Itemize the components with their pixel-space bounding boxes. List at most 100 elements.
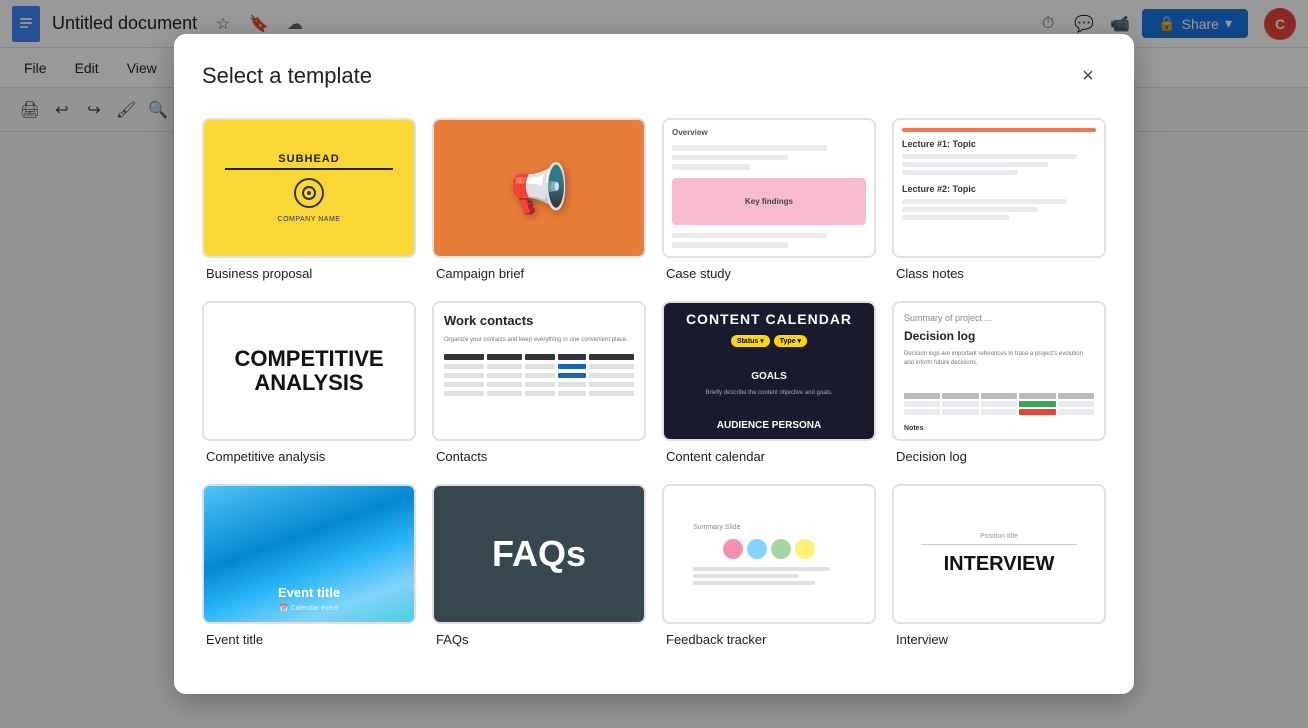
template-card-faqs[interactable]: FAQs FAQs xyxy=(432,484,646,651)
thumb-dl-c3 xyxy=(981,393,1017,399)
thumb-ft-meta: Summary Slide xyxy=(693,524,740,531)
thumb-dl-d3 xyxy=(981,401,1017,407)
template-card-content-calendar[interactable]: CONTENT CALENDAR Status ▾ Type ▾ GOALS B… xyxy=(662,301,876,468)
thumb-cc-tag-1: Status ▾ xyxy=(731,335,770,347)
thumb-ft-bubble-4 xyxy=(795,539,815,559)
template-card-feedback-tracker[interactable]: Summary Slide F xyxy=(662,484,876,651)
template-card-interview[interactable]: Position title INTERVIEW Interview xyxy=(892,484,1106,651)
template-grid: SUBHEAD COMPANY NAME Business proposal xyxy=(174,110,1134,694)
thumb-wc-r4c4 xyxy=(558,391,586,396)
template-card-decision-log[interactable]: Summary of project ... Decision log Deci… xyxy=(892,301,1106,468)
modal-close-button[interactable]: × xyxy=(1070,58,1106,94)
thumb-dl-meta: Summary of project ... xyxy=(904,313,1094,323)
template-card-class-notes[interactable]: Lecture #1: Topic Lecture #2: Topic Clas… xyxy=(892,118,1106,285)
template-card-business-proposal[interactable]: SUBHEAD COMPANY NAME Business proposal xyxy=(202,118,416,285)
thumb-cc-goals: GOALS xyxy=(751,371,787,382)
thumb-ft-lines xyxy=(693,567,845,585)
thumb-wc-row-3 xyxy=(444,382,634,387)
thumb-dl-e5 xyxy=(1058,409,1094,415)
thumb-ft-bubble-1 xyxy=(723,539,743,559)
template-thumb-content-calendar: CONTENT CALENDAR Status ▾ Type ▾ GOALS B… xyxy=(662,301,876,441)
template-thumb-faqs: FAQs xyxy=(432,484,646,624)
thumb-cs-findings-label: Key findings xyxy=(745,197,793,206)
template-thumb-class-notes: Lecture #1: Topic Lecture #2: Topic xyxy=(892,118,1106,258)
thumb-wc-r4c1 xyxy=(444,391,484,396)
template-label-campaign-brief: Campaign brief xyxy=(432,258,646,285)
thumb-cn: Lecture #1: Topic Lecture #2: Topic xyxy=(894,120,1104,256)
template-label-competitive-analysis: Competitive analysis xyxy=(202,441,416,468)
thumb-dl-c1 xyxy=(904,393,940,399)
template-thumb-campaign-brief: 📢 xyxy=(432,118,646,258)
thumb-cc-tags: Status ▾ Type ▾ xyxy=(731,335,807,347)
thumb-dl-e4 xyxy=(1019,409,1055,415)
thumb-wc-r2c4 xyxy=(558,373,586,378)
template-label-feedback-tracker: Feedback tracker xyxy=(662,624,876,651)
thumb-ft-bubbles xyxy=(723,539,815,559)
thumb-bp-subhead: SUBHEAD xyxy=(225,153,393,170)
thumb-wc-r2c1 xyxy=(444,373,484,378)
template-card-competitive-analysis[interactable]: COMPETITIVEANALYSIS Competitive analysis xyxy=(202,301,416,468)
thumb-cb: 📢 xyxy=(434,120,644,256)
thumb-bp-company: COMPANY NAME xyxy=(278,216,341,223)
template-thumb-interview: Position title INTERVIEW xyxy=(892,484,1106,624)
thumb-wc-row-2 xyxy=(444,373,634,378)
thumb-wc-r1c2 xyxy=(487,364,522,369)
thumb-faq-text: FAQs xyxy=(492,533,586,575)
thumb-wc-r3c3 xyxy=(525,382,555,387)
thumb-cc-audience: AUDIENCE PERSONA xyxy=(717,420,821,431)
thumb-ft: Summary Slide xyxy=(664,486,874,622)
thumb-cn-lecture1: Lecture #1: Topic xyxy=(902,139,1096,149)
thumb-wc-col-h5 xyxy=(589,354,634,360)
template-modal: Select a template × SUBHEAD xyxy=(174,34,1134,694)
thumb-int-content: Position title INTERVIEW xyxy=(894,525,1104,584)
thumb-wc-row-4 xyxy=(444,391,634,396)
thumb-bp-circle xyxy=(294,178,324,208)
thumb-wc-col-h2 xyxy=(487,354,522,360)
thumb-wc-r2c3 xyxy=(525,373,555,378)
thumb-faq: FAQs xyxy=(434,486,644,622)
thumb-wc: Work contacts Organize your contacts and… xyxy=(434,303,644,439)
thumb-cs-bar-2 xyxy=(672,155,788,161)
modal-overlay[interactable]: Select a template × SUBHEAD xyxy=(0,0,1308,728)
template-thumb-contacts: Work contacts Organize your contacts and… xyxy=(432,301,646,441)
thumb-wc-title: Work contacts xyxy=(444,313,634,328)
thumb-ft-l2 xyxy=(693,574,799,578)
template-card-case-study[interactable]: Overview Key findings Case study xyxy=(662,118,876,285)
thumb-cn-lecture2: Lecture #2: Topic xyxy=(902,184,1096,194)
template-card-contacts[interactable]: Work contacts Organize your contacts and… xyxy=(432,301,646,468)
thumb-dl-c2 xyxy=(942,393,978,399)
thumb-dl-c5 xyxy=(1058,393,1094,399)
thumb-ft-bubble-3 xyxy=(771,539,791,559)
thumb-wc-header xyxy=(444,354,634,360)
template-label-decision-log: Decision log xyxy=(892,441,1106,468)
thumb-wc-r3c1 xyxy=(444,382,484,387)
thumb-wc-r4c2 xyxy=(487,391,522,396)
template-thumb-competitive-analysis: COMPETITIVEANALYSIS xyxy=(202,301,416,441)
template-card-campaign-brief[interactable]: 📢 Campaign brief xyxy=(432,118,646,285)
thumb-et-label: Event title xyxy=(278,585,340,600)
thumb-wc-r2c5 xyxy=(589,373,634,378)
thumb-et: Event title 📅 Calendar event xyxy=(204,486,414,622)
thumb-bp: SUBHEAD COMPANY NAME xyxy=(204,120,414,256)
thumb-dl-c4 xyxy=(1019,393,1055,399)
template-card-event-title[interactable]: Event title 📅 Calendar event Event title xyxy=(202,484,416,651)
thumb-cn-l6 xyxy=(902,215,1009,220)
template-thumb-event-title: Event title 📅 Calendar event xyxy=(202,484,416,624)
thumb-dl-desc: Decision logs are important references t… xyxy=(904,350,1094,368)
template-label-class-notes: Class notes xyxy=(892,258,1106,285)
thumb-cs-bar-1 xyxy=(672,145,827,151)
megaphone-icon: 📢 xyxy=(509,160,569,217)
thumb-int-position: Position title xyxy=(921,533,1076,545)
thumb-cs: Overview Key findings xyxy=(664,120,874,256)
thumb-cs-bar-3 xyxy=(672,164,750,170)
modal-title: Select a template xyxy=(202,63,372,89)
thumb-cn-l5 xyxy=(902,207,1038,212)
thumb-dl: Summary of project ... Decision log Deci… xyxy=(894,303,1104,439)
thumb-wc-r3c4 xyxy=(558,382,586,387)
template-thumb-case-study: Overview Key findings xyxy=(662,118,876,258)
thumb-wc-r3c5 xyxy=(589,382,634,387)
thumb-dl-e1 xyxy=(904,409,940,415)
thumb-et-sub: 📅 Calendar event xyxy=(278,604,340,612)
thumb-dl-d4 xyxy=(1019,401,1055,407)
thumb-dl-table xyxy=(904,393,1094,415)
